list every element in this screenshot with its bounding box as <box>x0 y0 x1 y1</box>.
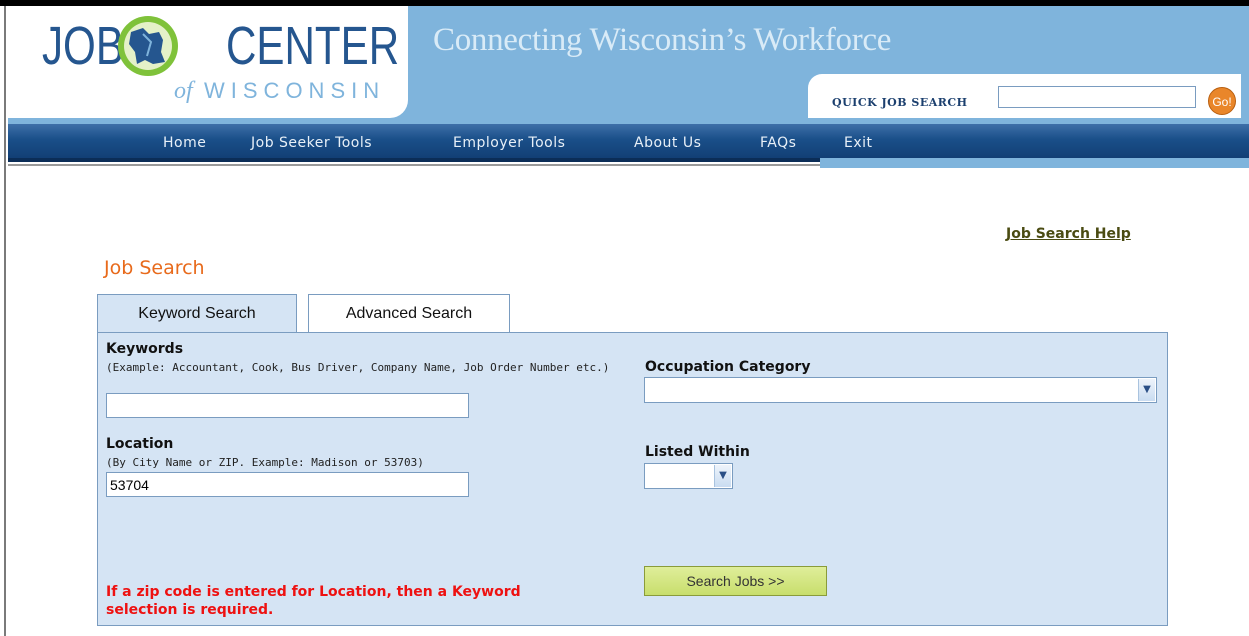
keywords-hint: (Example: Accountant, Cook, Bus Driver, … <box>106 361 610 374</box>
chevron-down-icon[interactable]: ▼ <box>714 465 731 487</box>
location-input[interactable] <box>106 472 469 497</box>
nav-accent-strip <box>820 158 1249 168</box>
nav-home[interactable]: Home <box>163 135 206 151</box>
quick-search-label: QUICK JOB SEARCH <box>832 96 968 109</box>
quick-search-go-button[interactable]: Go! <box>1208 87 1236 115</box>
location-label: Location <box>106 436 174 452</box>
occupation-category-select[interactable]: ▼ <box>644 377 1157 403</box>
listed-within-select[interactable]: ▼ <box>644 463 733 489</box>
tab-advanced-search[interactable]: Advanced Search <box>308 294 510 333</box>
wisconsin-emblem-icon <box>118 16 178 76</box>
logo[interactable]: JOB CENTER of WISCONSIN <box>8 6 408 118</box>
zip-keyword-warning: If a zip code is entered for Location, t… <box>106 584 521 618</box>
keywords-label: Keywords <box>106 341 184 357</box>
location-hint: (By City Name or ZIP. Example: Madison o… <box>106 456 424 469</box>
page-title: Job Search <box>104 257 205 279</box>
main-nav: Home Job Seeker Tools Employer Tools Abo… <box>8 124 1249 158</box>
nav-grey-strip <box>8 164 820 166</box>
search-jobs-button[interactable]: Search Jobs >> <box>644 566 827 596</box>
nav-faqs[interactable]: FAQs <box>760 135 796 151</box>
nav-about-us[interactable]: About Us <box>634 135 701 151</box>
logo-text-center: CENTER <box>226 16 400 76</box>
chevron-down-icon[interactable]: ▼ <box>1138 379 1155 401</box>
logo-text-job: JOB <box>42 16 124 76</box>
nav-job-seeker-tools[interactable]: Job Seeker Tools <box>251 135 372 151</box>
nav-employer-tools[interactable]: Employer Tools <box>453 135 565 151</box>
nav-exit[interactable]: Exit <box>844 135 873 151</box>
quick-search-input[interactable] <box>998 86 1196 108</box>
listed-within-label: Listed Within <box>645 444 750 460</box>
window-left-border <box>0 6 6 636</box>
job-search-help-link[interactable]: Job Search Help <box>1006 226 1131 242</box>
nav-shadow-strip <box>8 158 820 162</box>
logo-text-wisconsin: WISCONSIN <box>204 78 386 103</box>
site-tagline: Connecting Wisconsin’s Workforce <box>433 22 892 58</box>
tab-keyword-search[interactable]: Keyword Search <box>97 294 297 332</box>
occupation-category-label: Occupation Category <box>645 359 811 375</box>
keywords-input[interactable] <box>106 393 469 418</box>
logo-text-of: of <box>174 78 193 104</box>
